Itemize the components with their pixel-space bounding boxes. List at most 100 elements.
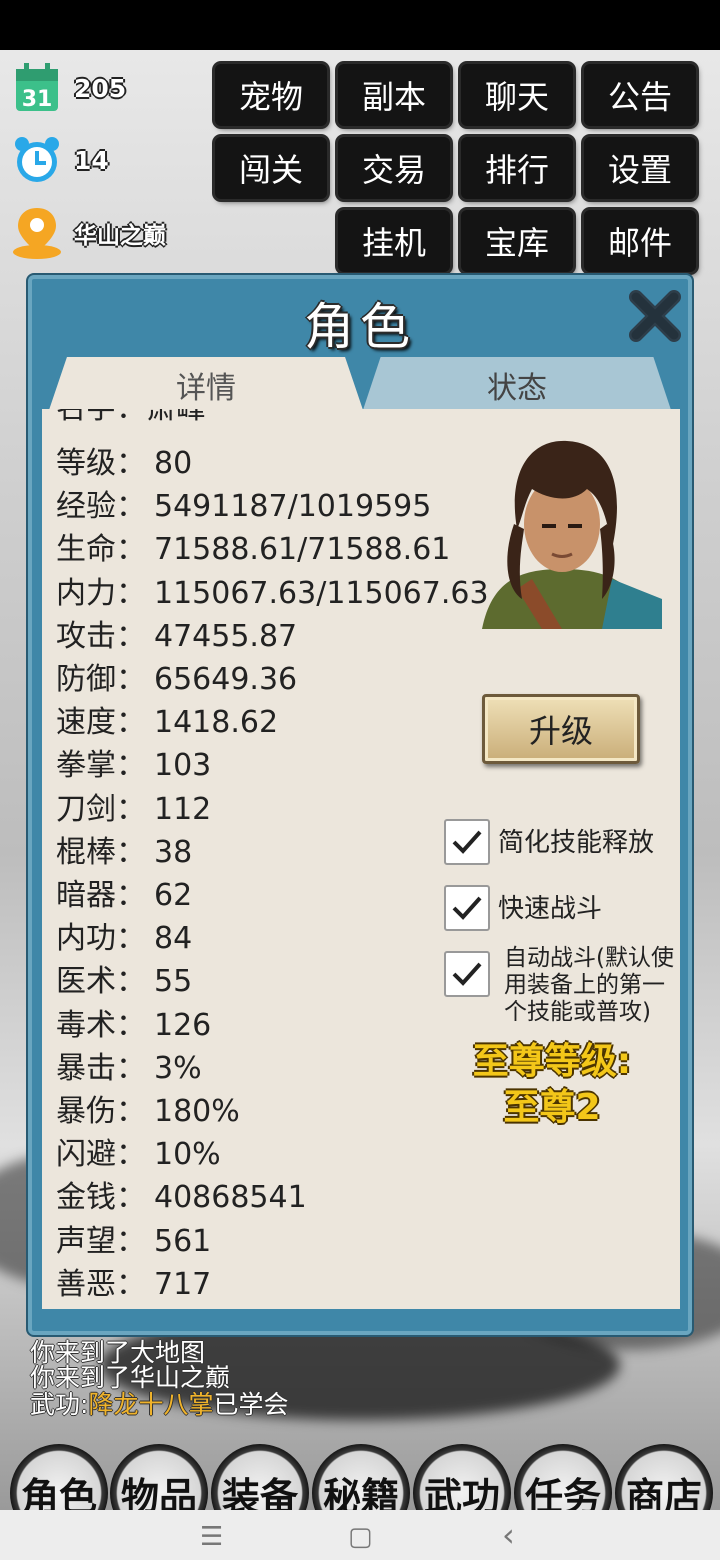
- alarm-value: 14: [74, 145, 109, 175]
- stat-value: 717: [154, 1266, 212, 1302]
- stat-label: 暗器：: [56, 878, 146, 913]
- stat-label: 经验：: [56, 489, 146, 525]
- menu-mail-button[interactable]: 邮件: [584, 210, 696, 272]
- tab-details[interactable]: 详情: [48, 357, 364, 413]
- stat-row: 生命： 71588.61/71588.61: [56, 530, 450, 570]
- supreme-level-title: 至尊等级:: [472, 1041, 632, 1082]
- menu-trade-button[interactable]: 交易: [338, 137, 450, 199]
- menu-idle-button[interactable]: 挂机: [338, 210, 450, 272]
- stat-value: 65649.36: [154, 662, 298, 697]
- simplify-skill-label: 简化技能释放: [498, 828, 655, 858]
- stat-value: 112: [154, 791, 212, 827]
- alarm-clock-icon: [12, 135, 62, 185]
- stat-label: 刀剑：: [56, 791, 146, 827]
- stat-row: 内力： 115067.63/115067.63: [56, 574, 489, 614]
- tab-status[interactable]: 状态: [362, 357, 672, 413]
- menu-treasury-button[interactable]: 宝库: [461, 210, 573, 272]
- menu-chat-button[interactable]: 聊天: [461, 64, 573, 126]
- stat-label: 声望：: [56, 1223, 146, 1259]
- menu-settings-button[interactable]: 设置: [584, 137, 696, 199]
- stat-value: 561: [154, 1223, 212, 1259]
- stat-row: 防御： 65649.36: [56, 660, 297, 700]
- stat-value: 3%: [154, 1050, 202, 1086]
- stat-label: 暴伤：: [56, 1094, 146, 1129]
- supreme-level: 至尊等级: 至尊2: [422, 1039, 680, 1131]
- stat-row: 内功： 84: [56, 919, 192, 959]
- stat-value: 84: [154, 921, 193, 957]
- close-x-icon[interactable]: [624, 285, 686, 347]
- stat-label: 内力：: [56, 575, 146, 611]
- recent-apps-icon[interactable]: ☰: [200, 1522, 223, 1552]
- panel-title: 角色: [304, 298, 416, 356]
- stat-label: 金钱：: [56, 1180, 146, 1216]
- stat-row: 攻击： 47455.87: [56, 617, 297, 657]
- stat-row: 棍棒： 38: [56, 833, 192, 873]
- calendar-icon: 31: [12, 63, 62, 113]
- stat-row: 金钱： 40868541: [56, 1178, 307, 1218]
- details-content[interactable]: 名字：萧峰 等级：80经验：5491187/1019595生命：71588.61…: [42, 409, 680, 1309]
- menu-pet-button[interactable]: 宠物: [215, 64, 327, 126]
- fast-battle-label: 快速战斗: [498, 894, 603, 924]
- supreme-level-value: 至尊2: [503, 1087, 601, 1128]
- stat-label: 等级：: [56, 446, 146, 481]
- stat-label: 医术：: [56, 964, 146, 1000]
- back-icon[interactable]: ‹: [502, 1516, 515, 1554]
- menu-notice-button[interactable]: 公告: [584, 64, 696, 126]
- checkmark-icon: [452, 830, 482, 854]
- checkmark-icon: [452, 962, 482, 986]
- stat-label: 内功：: [56, 921, 146, 957]
- location-pin-icon: [12, 208, 62, 259]
- calendar-value: 205: [74, 73, 127, 103]
- location-value: 华山之巅: [74, 223, 166, 249]
- menu-dungeon-button[interactable]: 副本: [338, 64, 450, 126]
- stat-label: 拳掌：: [56, 748, 146, 784]
- menu-ranking-button[interactable]: 排行: [461, 137, 573, 199]
- stat-row: 经验： 5491187/1019595: [56, 487, 431, 527]
- auto-battle-checkbox[interactable]: [444, 951, 490, 997]
- stat-row: 声望： 561: [56, 1222, 211, 1262]
- log-line: 武功:降龙十八掌已学会: [30, 1390, 289, 1419]
- stat-value: 115067.63/115067.63: [154, 575, 489, 611]
- stat-label: 攻击：: [56, 618, 146, 654]
- character-portrait: [462, 429, 662, 629]
- stat-value: 62: [154, 878, 193, 913]
- simplify-skill-checkbox[interactable]: [444, 819, 490, 865]
- system-nav-bar: ☰ ▢ ‹: [0, 1510, 720, 1560]
- calendar-stat: 31 205: [12, 60, 126, 116]
- home-icon[interactable]: ▢: [348, 1522, 373, 1552]
- stat-value: 71588.61/71588.61: [154, 532, 451, 568]
- skill-name: 降龙十八掌: [88, 1390, 214, 1419]
- alarm-stat: 14: [12, 132, 109, 188]
- stat-value: 126: [154, 1007, 212, 1043]
- stat-value: 40868541: [154, 1180, 307, 1216]
- stat-row: 拳掌： 103: [56, 746, 211, 786]
- stat-row: 等级： 80: [56, 444, 192, 484]
- stat-value: 180%: [154, 1094, 240, 1129]
- stat-row: 刀剑： 112: [56, 790, 211, 830]
- status-bar: [0, 0, 720, 50]
- stat-value: 10%: [154, 1137, 221, 1173]
- menu-challenge-button[interactable]: 闯关: [215, 137, 327, 199]
- stat-row: 毒术： 126: [56, 1006, 211, 1046]
- upgrade-button[interactable]: 升级: [482, 694, 640, 764]
- stat-value: 47455.87: [154, 618, 298, 654]
- stat-row: 速度： 1418.62: [56, 703, 278, 743]
- stat-row: 闪避： 10%: [56, 1135, 221, 1175]
- stat-label: 毒术：: [56, 1007, 146, 1043]
- location-stat: 华山之巅: [12, 205, 166, 261]
- checkmark-icon: [452, 896, 482, 920]
- character-panel: 角色 详情 状态 名字：萧峰 等级：80经验：5491187/1019595生命…: [28, 275, 692, 1335]
- stat-value: 80: [154, 446, 193, 481]
- fast-battle-checkbox[interactable]: [444, 885, 490, 931]
- stat-value: 1418.62: [154, 705, 279, 741]
- stat-label: 善恶：: [56, 1266, 146, 1302]
- stat-value: 5491187/1019595: [154, 489, 432, 525]
- svg-text:31: 31: [22, 87, 53, 112]
- auto-battle-label: 自动战斗(默认使 用装备上的第一 个技能或普攻): [504, 945, 674, 1025]
- stat-row: 医术： 55: [56, 962, 192, 1002]
- stat-label: 棍棒：: [56, 834, 146, 870]
- stat-label: 速度：: [56, 705, 146, 741]
- stat-value: 103: [154, 748, 212, 784]
- stat-label: 防御：: [56, 662, 146, 697]
- stat-label: 生命：: [56, 532, 146, 568]
